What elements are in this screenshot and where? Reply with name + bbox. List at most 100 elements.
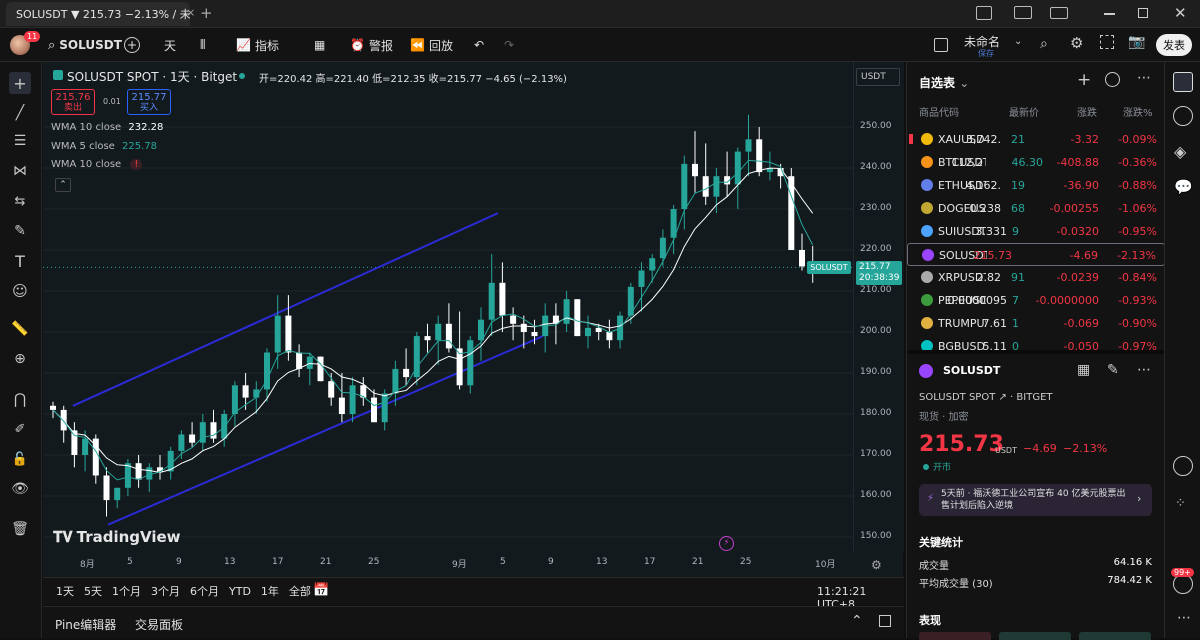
lock-icon[interactable]: 🔓 [9,448,31,470]
column-last[interactable]: 最新价 [1009,104,1039,119]
watchlist-row[interactable]: BGBUSDT5.11 0 -0.050 -0.97% [907,335,1165,350]
chart-pane[interactable]: SOLUSDT SPOT · 1天 · Bitget 开=220.42 高=22… [43,62,903,577]
signal-icon[interactable] [1173,456,1193,476]
symbol-search-button[interactable]: ⌕ SOLUSDT [48,28,122,62]
close-window-icon[interactable]: ✕ [1174,4,1187,22]
legend-title[interactable]: SOLUSDT SPOT · 1天 · Bitget [67,68,237,85]
indicators-button[interactable]: 📈 指标 [236,28,279,62]
range-button[interactable]: 5天 [79,584,107,600]
more-icon[interactable]: ⋯ [1177,610,1191,626]
zoom-in-icon[interactable]: ⊕ [9,348,31,370]
time-axis[interactable]: 8月 5 9 13 17 21 25 9月 5 9 13 17 21 25 10月 [43,552,853,577]
tradingview-watermark[interactable]: 𝐓𝐕 TradingView [53,528,181,546]
text-icon[interactable]: T [9,250,31,272]
range-button[interactable]: 全部 [284,584,316,600]
buy-button[interactable]: 215.77 买入 [127,89,171,115]
collapse-legend-button[interactable]: ⌃ [55,178,71,192]
chart-settings-icon[interactable]: ⚙ [871,558,882,572]
range-button[interactable]: YTD [224,584,256,600]
browser-tab[interactable]: SOLUSDT ▼ 215.73 −2.13% / 未命 [6,2,190,26]
alerts-clock-icon[interactable] [1173,106,1193,126]
column-change-pct[interactable]: 涨跌% [1123,104,1153,119]
chart-type-button[interactable]: ⫴ [200,28,205,62]
layout-select-button[interactable] [934,28,948,62]
chevron-up-icon[interactable]: ⌃ [851,613,863,629]
trading-panel-tab[interactable]: 交易面板 [135,616,183,633]
fib-retracement-icon[interactable]: ☰ [9,130,31,152]
watchlist-row[interactable]: PEPEUSDT0.00000957-0.0000000-0.93% [907,289,1165,312]
trend-line-icon[interactable]: ╱ [9,102,31,124]
lock-drawing-icon[interactable]: ✐ [9,418,31,440]
keyboard-icon[interactable] [1050,7,1068,19]
details-edit-icon[interactable]: ✎ [1107,362,1119,378]
projection-icon[interactable]: ⇆ [9,190,31,212]
news-card[interactable]: ⚡ 5天前 · 福沃德工业公司宣布 40 亿美元股票出售计划后陷入逆境 › [919,484,1152,516]
templates-button[interactable]: ▦ [314,28,325,62]
maximize-panel-icon[interactable] [879,615,891,627]
lightning-event-icon[interactable]: ⚡ [719,536,734,551]
emoji-icon[interactable]: ☺ [9,280,31,302]
price-chart[interactable] [43,62,853,552]
eye-icon[interactable]: 👁 [9,478,31,500]
currency-select[interactable]: USDT [856,68,900,86]
crosshair-icon[interactable]: + [9,72,31,94]
layers-icon[interactable]: ◈ [1174,142,1186,161]
help-icon[interactable] [1173,574,1193,594]
date-range-icon[interactable]: 📅 [313,583,329,598]
watchlist-row[interactable]: SUIUSDT 3.331 9 -0.0320 -0.95% [907,220,1165,243]
range-button[interactable]: 3个月 [146,584,185,600]
more-options-icon[interactable]: ⋯ [1137,70,1151,86]
details-symbol[interactable]: SOLUSDT [943,364,1000,377]
range-button[interactable]: 6个月 [185,584,224,600]
undo-button[interactable]: ↶ [474,28,484,62]
indicator-legend-wma10-error[interactable]: WMA 10 close ! [51,159,143,170]
range-button[interactable]: 1天 [51,584,79,600]
sell-button[interactable]: 215.76 卖出 [51,89,95,115]
pattern-icon[interactable]: ⋈ [9,160,31,182]
range-button[interactable]: 1年 [256,584,284,600]
gift-icon[interactable] [976,6,992,20]
range-button[interactable]: 1个月 [107,584,146,600]
restore-icon[interactable] [1138,8,1148,18]
minimize-icon[interactable] [1104,13,1115,15]
brush-icon[interactable]: ✎ [9,220,31,242]
watchlist-row[interactable]: ETHUSDT 4,162. 19 -36.90 -0.88% [907,174,1165,197]
panel-divider[interactable] [907,350,1165,354]
chat-icon[interactable]: 💬 [1174,178,1193,196]
watchlist-row[interactable]: BTCUSDT 112,2 46.30 -408.88 -0.36% [907,151,1165,174]
magnet-icon[interactable]: ⋂ [9,388,31,410]
ruler-icon[interactable]: 📏 [9,318,31,340]
publish-button[interactable]: 发表 [1156,34,1192,56]
compare-symbol-button[interactable]: + [124,28,140,62]
watchlist-row[interactable]: DOGEUSDT0.23868-0.00255-1.06% [907,197,1165,220]
watchlist-title[interactable]: 自选表 ⌄ [919,74,969,91]
fullscreen-icon[interactable] [1100,35,1114,49]
alerts-button[interactable]: ⏰ 警报 [350,28,393,62]
column-change[interactable]: 涨跌 [1077,104,1097,119]
tab-close-icon[interactable]: × [186,6,195,19]
exchange-line[interactable]: SOLUSDT SPOT ↗ · BITGET [919,392,1053,403]
quick-search-icon[interactable]: ⌕ [1040,36,1048,52]
trash-icon[interactable]: 🗑 [9,518,31,540]
details-grid-icon[interactable]: ▦ [1077,362,1090,378]
watchlist-layout-icon[interactable] [1105,72,1120,87]
interval-button[interactable]: 天 [164,28,176,62]
new-tab-button[interactable]: + [200,4,213,22]
settings-gear-icon[interactable]: ⚙ [1070,34,1083,52]
screen-icon[interactable] [1014,6,1032,19]
indicator-legend-wma5[interactable]: WMA 5 close 225.78 [51,141,157,152]
chevron-down-icon[interactable]: ⌄ [1014,36,1022,47]
watchlist-row[interactable]: TRUMPUSDT7.61 1 -0.069 -0.90% [907,312,1165,335]
watchlist-row[interactable]: XAUUSD 3,742. 21 -3.32 -0.09% [907,128,1165,151]
details-more-icon[interactable]: ⋯ [1137,362,1151,378]
dots-grid-icon[interactable]: ⁘ [1175,496,1186,511]
add-symbol-icon[interactable]: + [1077,70,1091,90]
watchlist-row[interactable]: XRPUSDT 2.82 91 -0.0239 -0.84% [907,266,1165,289]
price-axis[interactable]: USDT 250.00 240.00 230.00 220.00 210.00 200.0… [853,62,904,552]
indicator-legend-wma10[interactable]: WMA 10 close 232.28 [51,122,163,133]
watchlist-row[interactable]: SOLUSDT 215.73 -4.69 -2.13% [907,243,1165,266]
camera-icon[interactable]: 📷 [1128,34,1145,50]
replay-button[interactable]: ⏪ 回放 [410,28,453,62]
watchlist-icon[interactable] [1173,72,1193,92]
pine-editor-tab[interactable]: Pine编辑器 [55,616,116,633]
